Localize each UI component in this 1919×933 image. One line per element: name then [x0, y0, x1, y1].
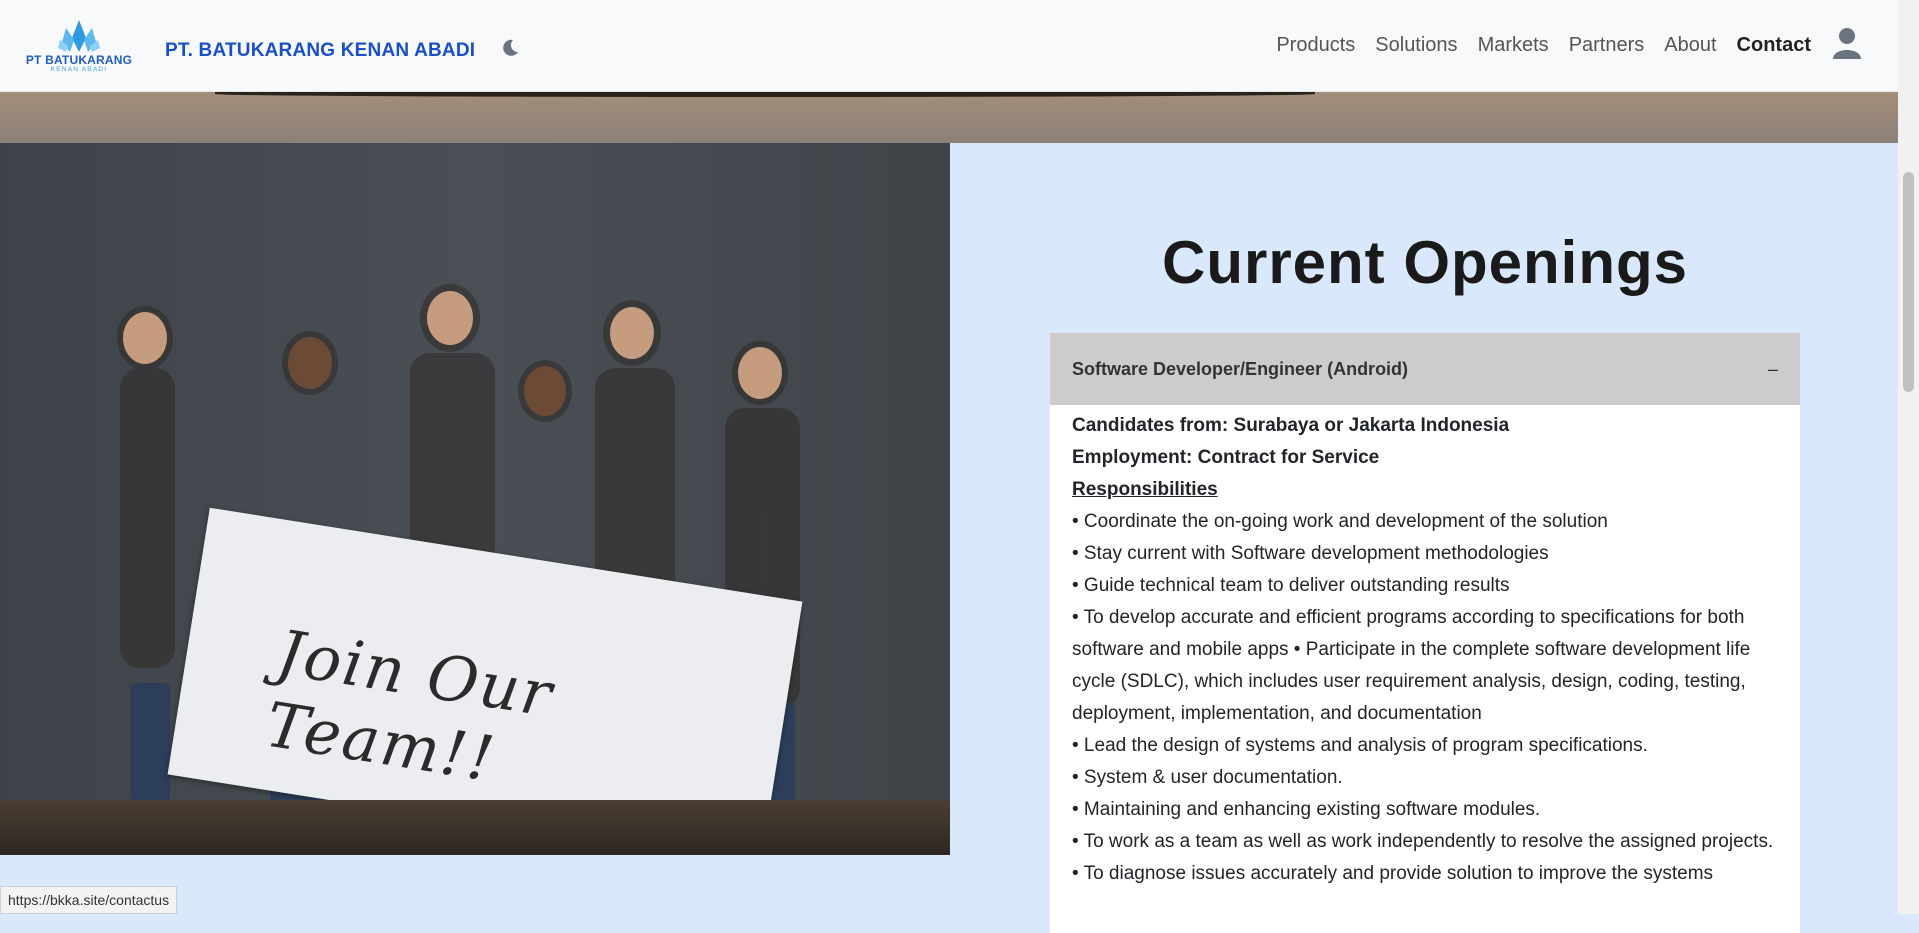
nav-products[interactable]: Products	[1276, 34, 1355, 57]
job-employment: Employment: Contract for Service	[1072, 447, 1380, 468]
responsibility-item: • Guide technical team to deliver outsta…	[1072, 575, 1510, 596]
responsibility-item: • Maintaining and enhancing existing sof…	[1072, 799, 1541, 820]
company-logo[interactable]: PT BATUKARANG KENAN ABADI	[22, 20, 136, 74]
nav-solutions[interactable]: Solutions	[1375, 34, 1457, 57]
responsibility-item: • To work as a team as well as work inde…	[1072, 831, 1774, 852]
nav-contact[interactable]: Contact	[1737, 34, 1811, 57]
job-accordion: Software Developer/Engineer (Android) – …	[1050, 333, 1800, 933]
nav-markets[interactable]: Markets	[1478, 34, 1549, 57]
hero-image-bottom	[0, 91, 1898, 143]
nav-links: Products Solutions Markets Partners Abou…	[1256, 0, 1898, 91]
job-title: Software Developer/Engineer (Android)	[1072, 358, 1409, 379]
responsibility-item: • Stay current with Software development…	[1072, 543, 1549, 564]
section-title: Current Openings	[1161, 229, 1689, 296]
job-details: Candidates from: Surabaya or Jakarta Ind…	[1050, 405, 1800, 890]
navbar: PT BATUKARANG KENAN ABADI PT. BATUKARANG…	[0, 0, 1898, 92]
nav-partners[interactable]: Partners	[1569, 34, 1645, 57]
user-icon[interactable]	[1833, 27, 1861, 64]
join-our-team-photo: Join Our Team!!	[0, 143, 950, 855]
logo-text: PT BATUKARANG	[25, 53, 133, 67]
logo-subtext: KENAN ABADI	[50, 66, 108, 73]
brand-name[interactable]: PT. BATUKARANG KENAN ABADI	[165, 40, 475, 62]
floor	[0, 800, 950, 855]
logo-crystal-icon	[58, 20, 100, 52]
page-scrollbar[interactable]	[1898, 0, 1919, 914]
responsibility-item: • System & user documentation.	[1072, 767, 1343, 788]
status-url: https://bkka.site/contactus	[0, 886, 178, 914]
responsibility-item: • Coordinate the on-going work and devel…	[1072, 511, 1608, 532]
responsibility-item: • Lead the design of systems and analysi…	[1072, 735, 1648, 756]
responsibility-item: • To diagnose issues accurately and prov…	[1072, 863, 1714, 884]
collapse-icon[interactable]: –	[1768, 359, 1778, 380]
responsibility-item: • To develop accurate and efficient prog…	[1072, 607, 1751, 724]
job-candidates: Candidates from: Surabaya or Jakarta Ind…	[1072, 415, 1510, 436]
nav-about[interactable]: About	[1664, 34, 1716, 57]
responsibilities-heading: Responsibilities	[1072, 479, 1218, 500]
moon-icon[interactable]	[500, 38, 520, 63]
job-accordion-header[interactable]: Software Developer/Engineer (Android) –	[1050, 333, 1800, 405]
scrollbar-thumb[interactable]	[1903, 172, 1914, 392]
